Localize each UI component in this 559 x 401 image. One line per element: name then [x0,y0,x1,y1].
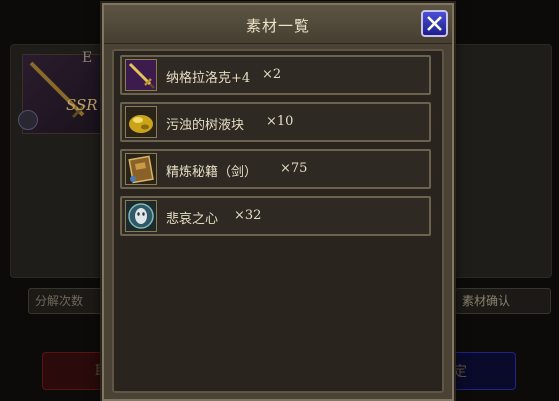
modal-title: 素材一覧 [245,17,310,35]
confirm-button-bg: 定 [452,352,516,390]
list-item[interactable]: 精炼秘籍（剑） ×75 [120,149,431,189]
list-item[interactable]: 纳格拉洛克+4 ×2 [120,55,431,95]
item-name: 悲哀之心 [166,212,219,227]
sap-blob-icon [125,106,157,138]
item-quantity: ×75 [280,161,308,176]
close-x-icon [427,16,442,31]
list-item[interactable]: 污浊的树液块 ×10 [120,102,431,142]
item-name: 纳格拉洛克+4 [166,71,251,86]
element-icon [18,110,38,130]
list-item[interactable]: 悲哀之心 ×32 [120,196,431,236]
material-confirm-label: 素材确认 [455,288,551,314]
close-button[interactable] [421,10,448,37]
item-quantity: ×2 [262,67,282,82]
confirm-button-label: 定 [453,364,467,380]
item-quantity: ×32 [234,208,262,223]
card-letter: E [82,50,93,66]
material-list-modal: 素材一覧 纳格拉洛克+4 ×2 污浊的树液块 ×10 精炼秘籍（剑） ×75 悲… [102,3,454,401]
item-name: 精炼秘籍（剑） [166,165,258,180]
mask-icon [125,200,157,232]
cancel-button-bg: 取 [42,352,109,390]
sword-icon [125,59,157,91]
item-quantity: ×10 [266,114,294,129]
material-list: 纳格拉洛克+4 ×2 污浊的树液块 ×10 精炼秘籍（剑） ×75 悲哀之心 ×… [112,49,444,393]
book-icon [125,153,157,185]
decompose-count-field: 分解次数 [28,288,111,314]
rarity-badge: SSR [66,96,98,114]
modal-header: 素材一覧 [104,5,452,44]
item-name: 污浊的树液块 [166,118,245,133]
